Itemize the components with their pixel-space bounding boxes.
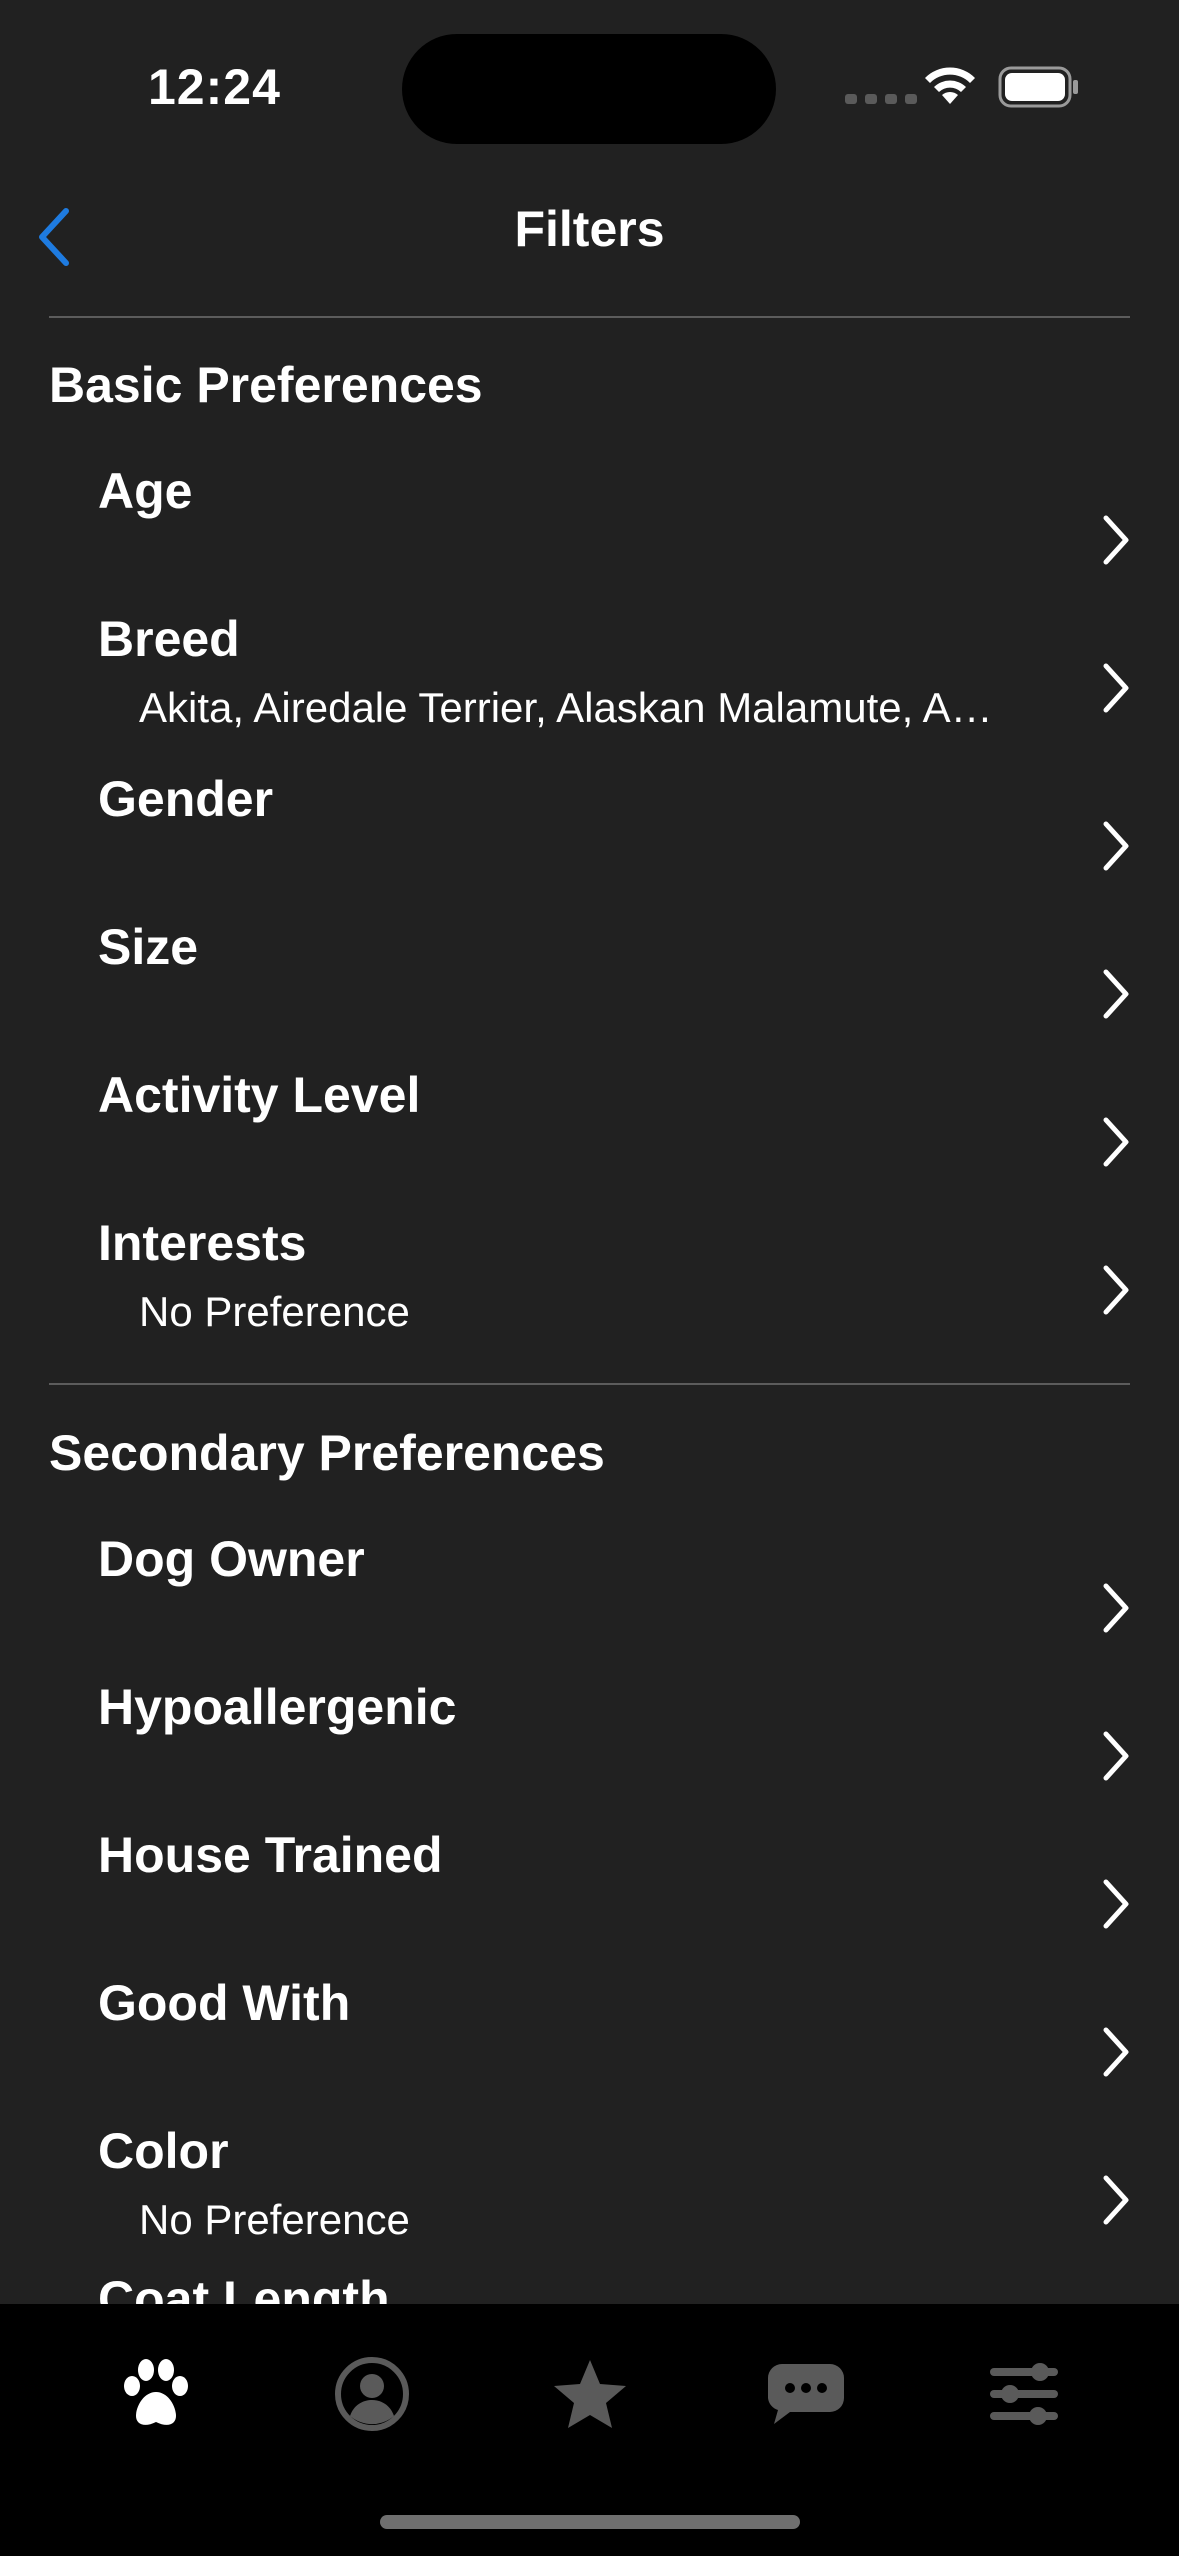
filter-label: Breed bbox=[98, 611, 240, 667]
page-title: Filters bbox=[514, 201, 665, 257]
profile-icon bbox=[335, 2357, 409, 2431]
filter-label: Age bbox=[98, 463, 193, 519]
tab-profile[interactable] bbox=[312, 2344, 432, 2444]
paw-icon bbox=[124, 2359, 188, 2425]
filter-row-activity-level[interactable]: Activity Level bbox=[0, 1066, 1179, 1214]
chat-icon bbox=[768, 2364, 844, 2424]
chevron-right-icon bbox=[1103, 1265, 1129, 1315]
tab-messages[interactable] bbox=[746, 2344, 866, 2444]
section-divider bbox=[49, 1383, 1130, 1385]
tab-favorites[interactable] bbox=[530, 2344, 650, 2444]
chevron-right-icon bbox=[1103, 1583, 1129, 1633]
filter-label: Activity Level bbox=[98, 1067, 421, 1123]
section-title-secondary: Secondary Preferences bbox=[49, 1425, 605, 1481]
chevron-right-icon bbox=[1103, 969, 1129, 1019]
filter-row-interests[interactable]: Interests No Preference bbox=[0, 1214, 1179, 1362]
filter-label: Size bbox=[98, 919, 199, 975]
tab-discover[interactable] bbox=[96, 2344, 216, 2444]
chevron-right-icon bbox=[1103, 1117, 1129, 1167]
filter-value: No Preference bbox=[139, 2196, 410, 2243]
filter-row-size[interactable]: Size bbox=[0, 918, 1179, 1066]
chevron-right-icon bbox=[1103, 821, 1129, 871]
filter-label: Interests bbox=[98, 1215, 307, 1271]
chevron-right-icon bbox=[1103, 663, 1129, 713]
filter-row-dog-owner[interactable]: Dog Owner bbox=[0, 1530, 1179, 1678]
filter-label: House Trained bbox=[98, 1827, 443, 1883]
star-icon bbox=[554, 2360, 626, 2428]
filter-label: Gender bbox=[98, 771, 274, 827]
filter-label: Hypoallergenic bbox=[98, 1679, 457, 1735]
sliders-icon bbox=[990, 2363, 1058, 2425]
filter-row-breed[interactable]: Breed Akita, Airedale Terrier, Alaskan M… bbox=[0, 610, 1179, 758]
chevron-right-icon bbox=[1103, 515, 1129, 565]
filter-value: No Preference bbox=[139, 1288, 410, 1335]
wifi-icon bbox=[925, 67, 975, 104]
filters-list[interactable]: Basic Preferences Age Breed Akita, Aired… bbox=[0, 316, 1179, 2304]
filter-row-color[interactable]: Color No Preference bbox=[0, 2122, 1179, 2270]
filter-row-coat-length[interactable]: Coat Length bbox=[0, 2270, 1179, 2304]
filter-row-hypoallergenic[interactable]: Hypoallergenic bbox=[0, 1678, 1179, 1826]
status-bar: 12:24 bbox=[0, 0, 1179, 160]
dynamic-island bbox=[402, 34, 776, 144]
home-indicator[interactable] bbox=[380, 2515, 800, 2529]
tab-filters[interactable] bbox=[964, 2344, 1084, 2444]
filter-value: Akita, Airedale Terrier, Alaskan Malamut… bbox=[139, 684, 1019, 731]
filter-row-age[interactable]: Age bbox=[0, 462, 1179, 610]
chevron-right-icon bbox=[1103, 1879, 1129, 1929]
filter-label: Coat Length bbox=[98, 2271, 390, 2304]
filter-row-house-trained[interactable]: House Trained bbox=[0, 1826, 1179, 1974]
status-time: 12:24 bbox=[148, 59, 281, 115]
section-title-basic: Basic Preferences bbox=[49, 357, 483, 413]
filter-row-good-with[interactable]: Good With bbox=[0, 1974, 1179, 2122]
filter-label: Good With bbox=[98, 1975, 351, 2031]
cellular-signal-icon bbox=[845, 94, 917, 104]
filter-row-gender[interactable]: Gender bbox=[0, 770, 1179, 918]
filter-label: Color bbox=[98, 2123, 229, 2179]
navigation-bar: Filters bbox=[0, 160, 1179, 316]
battery-icon bbox=[998, 66, 1078, 108]
chevron-right-icon bbox=[1103, 2175, 1129, 2225]
chevron-right-icon bbox=[1103, 2027, 1129, 2077]
chevron-right-icon bbox=[1103, 1731, 1129, 1781]
filter-label: Dog Owner bbox=[98, 1531, 365, 1587]
